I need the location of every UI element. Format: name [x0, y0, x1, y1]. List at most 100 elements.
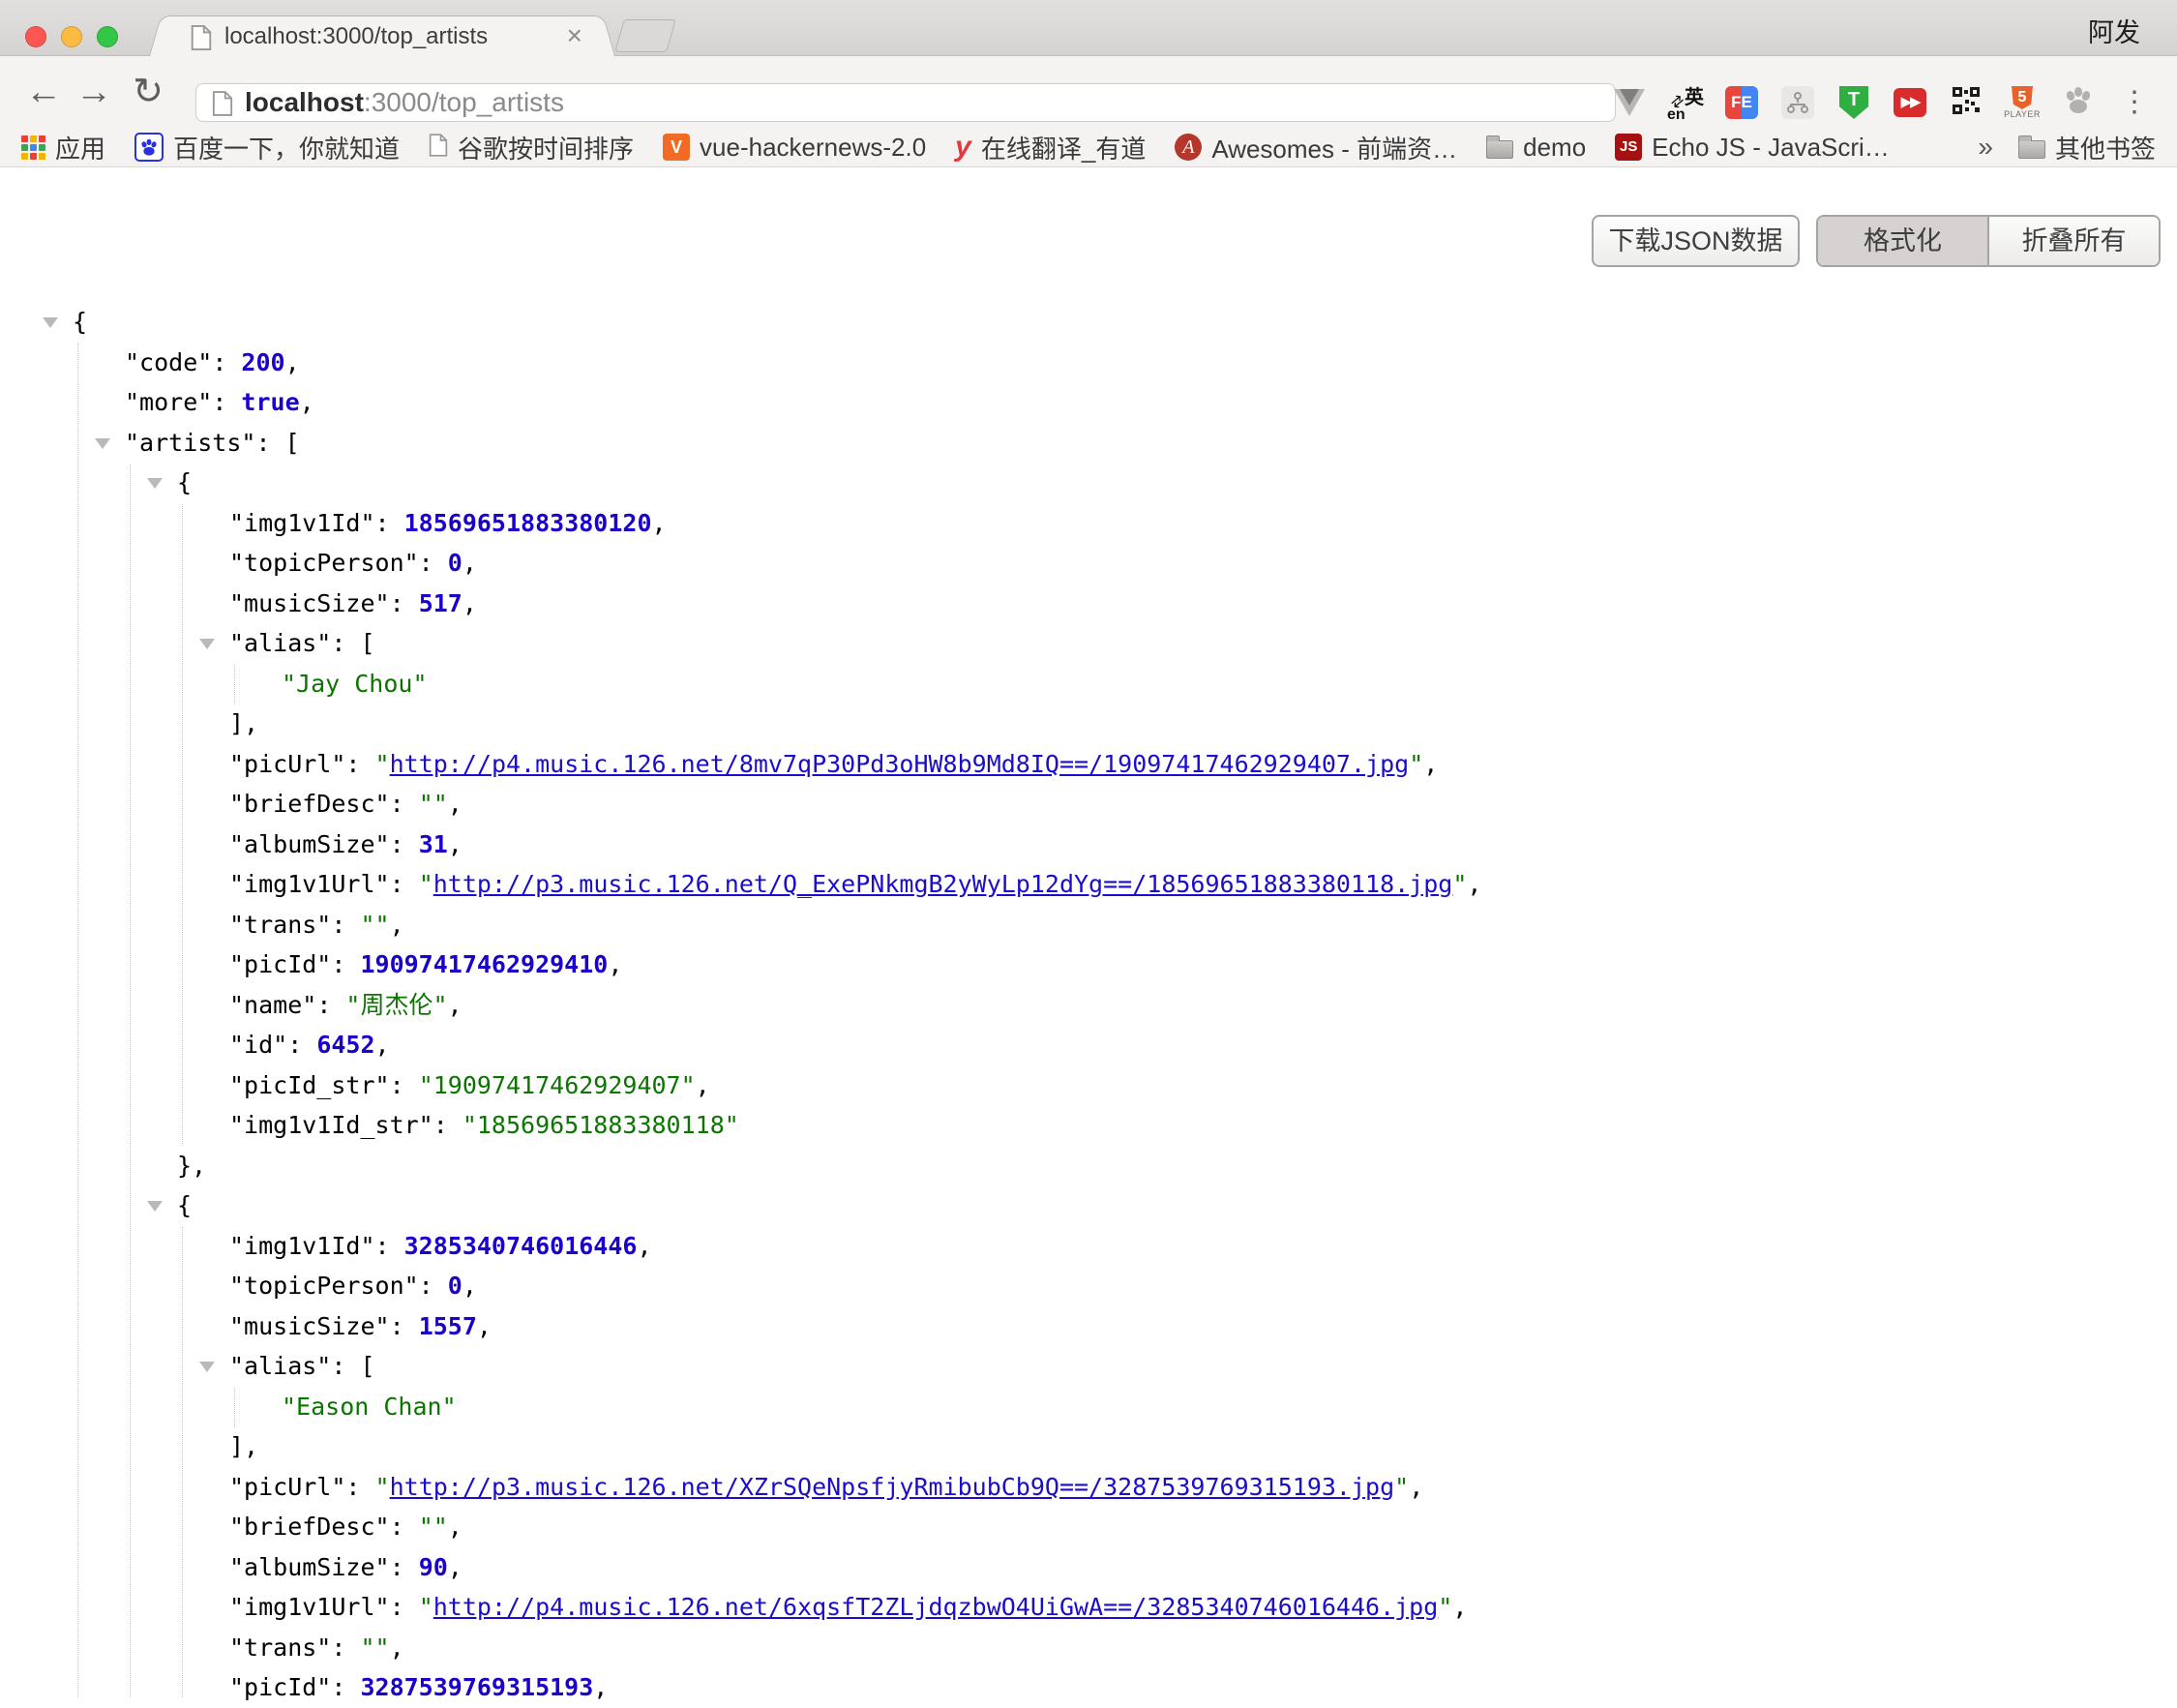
json-number: 6452 — [316, 1031, 374, 1059]
json-punctuation: { — [73, 308, 87, 336]
json-url-link[interactable]: http://p4.music.126.net/8mv7qP30Pd3oHW8b… — [390, 750, 1410, 778]
json-punctuation: }, — [177, 1152, 206, 1180]
json-punctuation: : — [375, 1232, 404, 1260]
collapse-toggle-icon[interactable] — [199, 639, 215, 649]
indent-guide — [130, 464, 131, 1697]
json-line: "img1v1Url": "http://p3.music.126.net/Q_… — [229, 864, 1481, 905]
indent-guide — [77, 344, 78, 1697]
json-string: "" — [360, 911, 389, 939]
json-boolean: true — [241, 388, 299, 416]
browser-tab[interactable]: localhost:3000/top_artists × — [168, 15, 596, 56]
json-punctuation: , — [1467, 870, 1481, 898]
json-punctuation: , — [448, 790, 462, 818]
json-line: "briefDesc": "", — [229, 1507, 462, 1547]
collapse-toggle-icon[interactable] — [147, 1201, 163, 1212]
json-punctuation: : [ — [331, 1352, 374, 1380]
json-punctuation: { — [177, 468, 192, 496]
json-number: 1557 — [419, 1312, 477, 1340]
json-punctuation: , — [448, 830, 462, 858]
collapse-toggle-icon[interactable] — [147, 478, 163, 489]
json-line: "alias": [ — [229, 1346, 375, 1387]
json-key: "img1v1Id" — [229, 1232, 375, 1260]
json-line: "img1v1Id_str": "18569651883380118" — [229, 1105, 739, 1146]
json-string: "周杰伦" — [345, 991, 447, 1019]
json-punctuation: : — [375, 509, 404, 537]
json-punctuation: : — [390, 1553, 419, 1581]
collapse-toggle-icon[interactable] — [199, 1362, 215, 1372]
json-punctuation: : — [390, 589, 419, 617]
json-punctuation: : [ — [255, 429, 299, 457]
json-key: "img1v1Id" — [229, 509, 375, 537]
json-punctuation: , — [300, 388, 314, 416]
json-punctuation: { — [177, 1191, 192, 1219]
json-punctuation: : — [212, 388, 241, 416]
json-key: "topicPerson" — [229, 549, 419, 577]
json-punctuation: , — [448, 991, 462, 1019]
json-line: "musicSize": 517, — [229, 584, 477, 624]
json-number: 90 — [419, 1553, 448, 1581]
json-line: ], — [229, 1426, 258, 1467]
json-punctuation: , — [652, 509, 667, 537]
json-number: 31 — [419, 830, 448, 858]
json-key: "albumSize" — [229, 830, 390, 858]
json-key: "briefDesc" — [229, 1513, 390, 1541]
json-line: "trans": "", — [229, 1628, 404, 1668]
json-line: }, — [177, 1146, 206, 1186]
tab-close-icon[interactable]: × — [567, 16, 582, 55]
json-punctuation: , — [608, 950, 622, 978]
json-punctuation: ], — [229, 1432, 258, 1460]
indent-guide — [182, 1227, 183, 1697]
browser-window: localhost:3000/top_artists × 阿发 ← → ↻ lo… — [0, 0, 2177, 1697]
json-line: "id": 6452, — [229, 1025, 390, 1065]
json-string: " — [375, 750, 390, 778]
json-punctuation: , — [448, 1553, 462, 1581]
collapse-toggle-icon[interactable] — [95, 438, 110, 449]
json-url-link[interactable]: http://p3.music.126.net/XZrSQeNpsfjyRmib… — [390, 1473, 1395, 1501]
json-string: "18569651883380118" — [462, 1111, 739, 1139]
json-key: "picUrl" — [229, 1473, 345, 1501]
json-punctuation: , — [285, 348, 300, 376]
json-line: "img1v1Id": 3285340746016446, — [229, 1226, 652, 1267]
json-punctuation: : — [345, 750, 374, 778]
json-key: "name" — [229, 991, 316, 1019]
json-punctuation: : — [212, 348, 241, 376]
json-punctuation: : — [390, 830, 419, 858]
json-key: "trans" — [229, 911, 331, 939]
json-number: 3285340746016446 — [404, 1232, 638, 1260]
json-url-link[interactable]: http://p4.music.126.net/6xqsfT2ZLjdqzbwO… — [433, 1593, 1439, 1621]
json-punctuation: : — [345, 1473, 374, 1501]
json-string: " — [1409, 750, 1423, 778]
json-punctuation: , — [462, 549, 477, 577]
json-key: "topicPerson" — [229, 1272, 419, 1300]
json-key: "briefDesc" — [229, 790, 390, 818]
json-number: 0 — [448, 1272, 462, 1300]
json-line: "picId": 19097417462929410, — [229, 944, 622, 985]
json-string: "19097417462929407" — [419, 1071, 696, 1099]
json-punctuation: : — [390, 1593, 419, 1621]
json-punctuation: , — [375, 1031, 390, 1059]
json-line: "albumSize": 90, — [229, 1547, 462, 1588]
json-punctuation: : — [316, 991, 345, 1019]
json-punctuation: , — [1409, 1473, 1423, 1501]
json-line: "img1v1Id": 18569651883380120, — [229, 503, 667, 544]
json-punctuation: , — [462, 589, 477, 617]
json-line: "trans": "", — [229, 905, 404, 945]
json-number: 0 — [448, 549, 462, 577]
json-punctuation: : — [433, 1111, 462, 1139]
json-line: "topicPerson": 0, — [229, 543, 477, 584]
json-url-link[interactable]: http://p3.music.126.net/Q_ExePNkmgB2yWyL… — [433, 870, 1453, 898]
json-line: "briefDesc": "", — [229, 784, 462, 824]
json-punctuation: : — [331, 1633, 360, 1662]
json-string: " — [1452, 870, 1467, 898]
json-key: "albumSize" — [229, 1553, 390, 1581]
json-line: "name": "周杰伦", — [229, 985, 462, 1026]
tab-title: localhost:3000/top_artists — [224, 16, 488, 57]
json-number: 18569651883380120 — [404, 509, 652, 537]
json-punctuation: : — [390, 1071, 419, 1099]
json-key: "id" — [229, 1031, 287, 1059]
json-line: "albumSize": 31, — [229, 824, 462, 865]
collapse-toggle-icon[interactable] — [43, 317, 58, 328]
json-string: "" — [360, 1633, 389, 1662]
json-punctuation: : — [419, 549, 448, 577]
json-key: "picId_str" — [229, 1071, 390, 1099]
